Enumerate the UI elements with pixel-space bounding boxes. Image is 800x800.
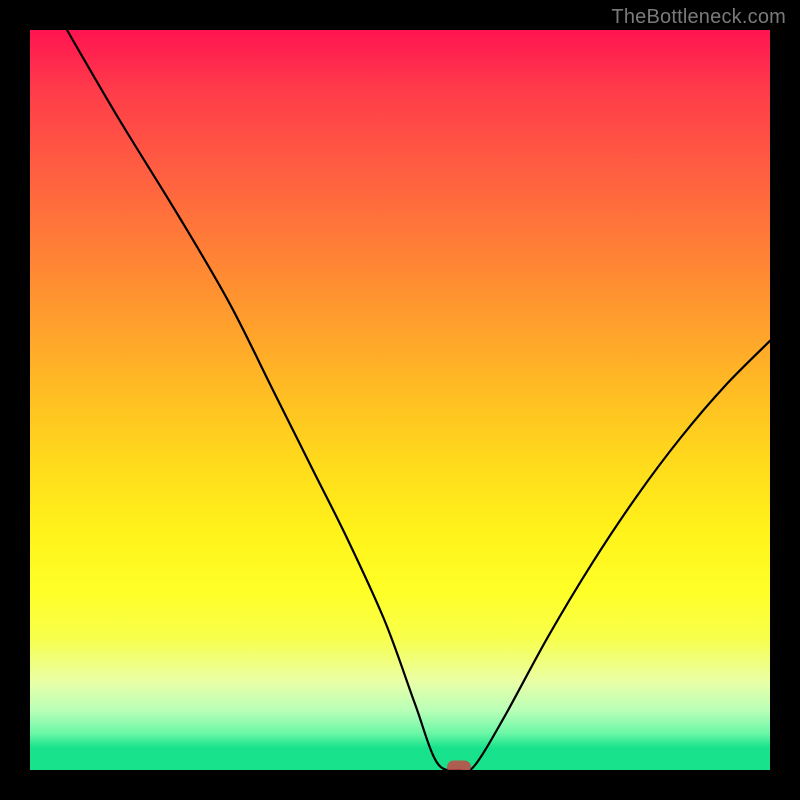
bottleneck-curve <box>30 30 770 770</box>
watermark-text: TheBottleneck.com <box>611 6 786 29</box>
optimal-point-marker <box>447 761 471 771</box>
plot-area <box>30 30 770 770</box>
chart-frame: TheBottleneck.com <box>0 0 800 800</box>
